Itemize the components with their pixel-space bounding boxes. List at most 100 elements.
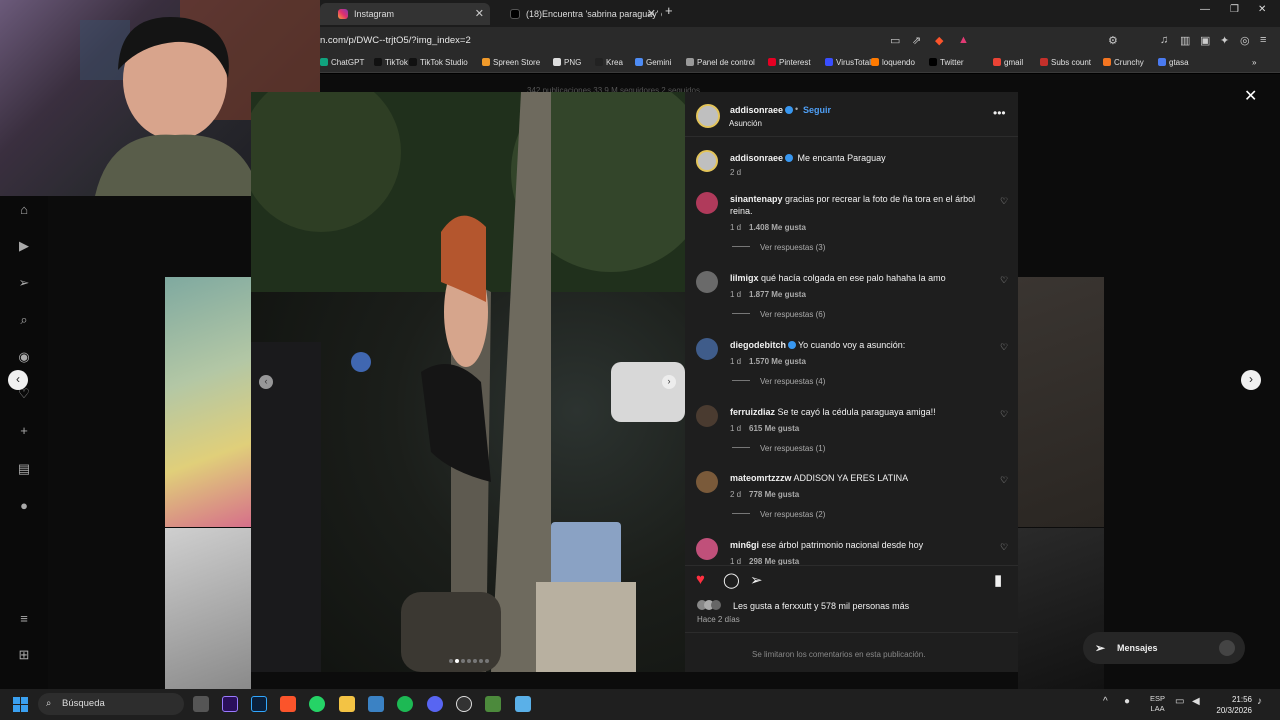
profile-avatar-icon[interactable]: ●	[16, 498, 32, 514]
minimize-button[interactable]: —	[1200, 4, 1210, 15]
like-heart-icon[interactable]: ♥	[696, 571, 705, 588]
spotify-icon[interactable]	[397, 696, 413, 712]
bookmark-chatgpt[interactable]: ChatGPT	[320, 58, 364, 67]
grid-thumbnail[interactable]	[1018, 528, 1104, 689]
microphone-icon[interactable]: ●	[1124, 696, 1140, 712]
minecraft-icon[interactable]	[485, 696, 501, 712]
comment-like-icon[interactable]: ♡	[1000, 196, 1008, 207]
comment-like-icon[interactable]: ♡	[1000, 342, 1008, 353]
view-replies-link[interactable]: Ver respuestas (3)	[732, 243, 825, 252]
messages-button[interactable]: ➢ Mensajes	[1083, 632, 1245, 664]
bookmark-crunchy[interactable]: Crunchy	[1103, 58, 1144, 67]
comment-username[interactable]: lilmigx	[730, 273, 759, 283]
likes-summary[interactable]: Les gusta a ferxxutt y 578 mil personas …	[733, 601, 909, 611]
share-icon[interactable]: ➢	[750, 571, 763, 589]
tray-chevron-icon[interactable]: ^	[1103, 696, 1119, 712]
create-icon[interactable]: +	[16, 423, 32, 439]
caption-avatar[interactable]	[696, 150, 718, 172]
brave-shield-icon[interactable]: ◆	[935, 34, 943, 47]
comment-likes[interactable]: 1.570 Me gusta	[749, 357, 806, 366]
search-icon[interactable]: ⌕	[16, 312, 32, 328]
comment-avatar[interactable]	[696, 538, 718, 560]
whatsapp-icon[interactable]	[309, 696, 325, 712]
bookmark-panel-de-control[interactable]: Panel de control	[686, 58, 755, 67]
home-icon[interactable]: ⌂	[16, 202, 32, 218]
comment-username[interactable]: sinantenapy	[730, 194, 783, 204]
view-replies-link[interactable]: Ver respuestas (2)	[732, 510, 825, 519]
comment-avatar[interactable]	[696, 192, 718, 214]
wallet-icon[interactable]: ▣	[1200, 34, 1210, 47]
close-tab-icon[interactable]: ✕	[475, 3, 484, 25]
grid-thumbnail[interactable]	[1018, 277, 1104, 527]
maximize-button[interactable]: ❐	[1230, 4, 1239, 15]
brave-rewards-icon[interactable]: ▲	[958, 34, 969, 46]
comment-like-icon[interactable]: ♡	[1000, 475, 1008, 486]
share-icon[interactable]: ⇗	[912, 34, 921, 47]
author-username[interactable]: addisonraee	[730, 105, 783, 115]
windows-start-icon[interactable]	[13, 697, 29, 713]
screen-cast-icon[interactable]: ▭	[890, 34, 900, 47]
store-icon[interactable]	[368, 696, 384, 712]
comment-like-icon[interactable]: ♡	[1000, 542, 1008, 553]
comment-avatar[interactable]	[696, 271, 718, 293]
language-indicator[interactable]: ESP LAA	[1150, 694, 1165, 714]
premiere-icon[interactable]	[222, 696, 238, 712]
sidebar-toggle-icon[interactable]: ▥	[1180, 34, 1190, 47]
comment-avatar[interactable]	[696, 338, 718, 360]
leo-ai-icon[interactable]: ✦	[1220, 34, 1229, 47]
prev-post-button[interactable]: ‹	[8, 370, 28, 390]
next-post-button[interactable]: ›	[1241, 370, 1261, 390]
comment-likes[interactable]: 1.877 Me gusta	[749, 290, 806, 299]
explore-icon[interactable]: ◉	[16, 349, 32, 365]
bookmark-twitter[interactable]: Twitter	[929, 58, 964, 67]
dashboard-icon[interactable]: ▤	[16, 461, 32, 477]
grid-thumbnail[interactable]	[165, 528, 251, 689]
author-avatar[interactable]	[696, 104, 720, 128]
new-tab-button[interactable]: +	[665, 3, 673, 18]
bookmark-spreen-store[interactable]: Spreen Store	[482, 58, 540, 67]
post-image[interactable]	[251, 92, 685, 672]
bookmark-loquendo[interactable]: loquendo	[871, 58, 915, 67]
bookmark-png[interactable]: PNG	[553, 58, 581, 67]
bookmark-gtasa[interactable]: gtasa	[1158, 58, 1189, 67]
brave-browser-icon[interactable]	[280, 696, 296, 712]
tab-tiktok[interactable]: (18)Encuentra 'sabrina paraguay' en T ✕	[492, 3, 662, 25]
comment-likes[interactable]: 615 Me gusta	[749, 424, 799, 433]
view-replies-link[interactable]: Ver respuestas (4)	[732, 377, 825, 386]
bookmark-virustotal[interactable]: VirusTotal	[825, 58, 871, 67]
network-icon[interactable]: ▭	[1175, 696, 1191, 712]
comment-like-icon[interactable]: ♡	[1000, 409, 1008, 420]
grid-thumbnail[interactable]	[165, 277, 251, 527]
caption-username[interactable]: addisonraee	[730, 153, 783, 163]
discord-icon[interactable]	[427, 696, 443, 712]
close-window-button[interactable]: ✕	[1258, 4, 1266, 15]
volume-icon[interactable]: ◀	[1192, 696, 1208, 712]
comment-username[interactable]: diegodebitch	[730, 340, 786, 350]
media-icon[interactable]: ♫	[1160, 34, 1168, 46]
comment-likes[interactable]: 1.408 Me gusta	[749, 223, 806, 232]
direct-messages-icon[interactable]: ➢	[16, 275, 32, 291]
tab-instagram[interactable]: Instagram ✕	[320, 3, 490, 25]
bookmarks-overflow-icon[interactable]: »	[1252, 58, 1256, 67]
obs-icon[interactable]	[456, 696, 472, 712]
bookmark-tiktok[interactable]: TikTok	[374, 58, 408, 67]
bookmark-krea[interactable]: Krea	[595, 58, 623, 67]
comment-avatar[interactable]	[696, 471, 718, 493]
photo-next-arrow[interactable]: ›	[662, 375, 676, 389]
comment-likes[interactable]: 778 Me gusta	[749, 490, 799, 499]
clock[interactable]: 21:56 20/3/2026	[1212, 694, 1252, 716]
bookmark-gmail[interactable]: gmail	[993, 58, 1023, 67]
notepad-icon[interactable]	[515, 696, 531, 712]
url-field[interactable]: n.com/p/DWC--trjtO5/?img_index=2	[320, 35, 471, 46]
bookmark-pinterest[interactable]: Pinterest	[768, 58, 811, 67]
post-location[interactable]: Asunción	[729, 119, 762, 128]
reels-icon[interactable]: ▶	[16, 238, 32, 254]
notifications-bell-icon[interactable]: ♪	[1257, 696, 1273, 712]
follow-button[interactable]: Seguir	[803, 105, 831, 115]
comment-like-icon[interactable]: ♡	[1000, 275, 1008, 286]
more-menu-icon[interactable]: ≡	[16, 611, 32, 627]
bookmark-gemini[interactable]: Gemini	[635, 58, 671, 67]
photo-prev-arrow[interactable]: ‹	[259, 375, 273, 389]
comment-avatar[interactable]	[696, 405, 718, 427]
comment-username[interactable]: ferruizdiaz	[730, 407, 775, 417]
